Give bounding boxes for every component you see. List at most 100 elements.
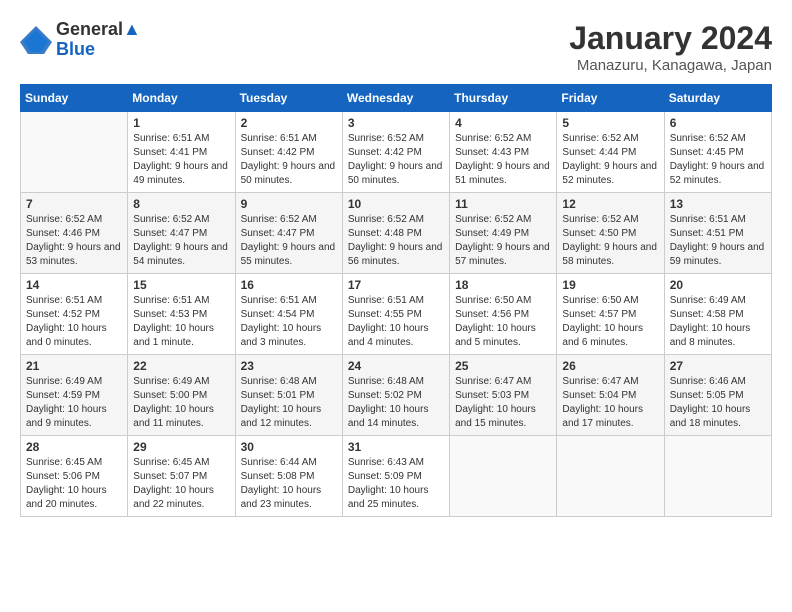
calendar-cell: 19 Sunrise: 6:50 AM Sunset: 4:57 PM Dayli… <box>557 274 664 355</box>
logo-icon <box>20 26 52 54</box>
day-number: 1 <box>133 116 229 130</box>
day-info: Sunrise: 6:51 AM Sunset: 4:54 PM Dayligh… <box>241 294 337 350</box>
calendar-cell: 25 Sunrise: 6:47 AM Sunset: 5:03 PM Dayli… <box>450 355 557 436</box>
calendar-cell: 20Sunrise: 6:49 AM Sunset: 4:58 PM Dayli… <box>664 274 771 355</box>
day-info: Sunrise: 6:45 AM Sunset: 5:07 PM Dayligh… <box>133 456 229 512</box>
weekday-header-friday: Friday <box>557 85 664 112</box>
calendar-cell <box>664 436 771 517</box>
day-info: Sunrise: 6:51 AM Sunset: 4:55 PM Dayligh… <box>348 294 444 350</box>
day-info: Sunrise: 6:50 AM Sunset: 4:56 PM Dayligh… <box>455 294 551 350</box>
day-number: 20 <box>670 278 766 292</box>
day-number: 16 <box>241 278 337 292</box>
day-number: 12 <box>562 197 658 211</box>
day-number: 9 <box>241 197 337 211</box>
calendar-cell: 14 Sunrise: 6:51 AM Sunset: 4:52 PM Dayli… <box>21 274 128 355</box>
day-number: 3 <box>348 116 444 130</box>
day-number: 28 <box>26 440 122 454</box>
day-info: Sunrise: 6:52 AM Sunset: 4:49 PM Dayligh… <box>455 213 551 269</box>
calendar-cell: 13 Sunrise: 6:51 AM Sunset: 4:51 PM Dayli… <box>664 193 771 274</box>
calendar-cell <box>450 436 557 517</box>
calendar-cell: 31 Sunrise: 6:43 AM Sunset: 5:09 PM Dayli… <box>342 436 449 517</box>
day-info: Sunrise: 6:50 AM Sunset: 4:57 PM Dayligh… <box>562 294 658 350</box>
calendar-cell: 30Sunrise: 6:44 AM Sunset: 5:08 PM Dayli… <box>235 436 342 517</box>
day-info: Sunrise: 6:44 AM Sunset: 5:08 PM Dayligh… <box>241 456 337 512</box>
day-info: Sunrise: 6:48 AM Sunset: 5:02 PM Dayligh… <box>348 375 444 431</box>
weekday-header-saturday: Saturday <box>664 85 771 112</box>
calendar-cell: 5 Sunrise: 6:52 AM Sunset: 4:44 PM Daylig… <box>557 112 664 193</box>
day-number: 17 <box>348 278 444 292</box>
weekday-header-monday: Monday <box>128 85 235 112</box>
day-number: 10 <box>348 197 444 211</box>
day-info: Sunrise: 6:46 AM Sunset: 5:05 PM Dayligh… <box>670 375 766 431</box>
day-info: Sunrise: 6:47 AM Sunset: 5:03 PM Dayligh… <box>455 375 551 431</box>
calendar-cell: 8 Sunrise: 6:52 AM Sunset: 4:47 PM Daylig… <box>128 193 235 274</box>
day-number: 2 <box>241 116 337 130</box>
day-number: 27 <box>670 359 766 373</box>
weekday-header-tuesday: Tuesday <box>235 85 342 112</box>
weekday-header-wednesday: Wednesday <box>342 85 449 112</box>
day-number: 29 <box>133 440 229 454</box>
calendar-cell: 15Sunrise: 6:51 AM Sunset: 4:53 PM Dayli… <box>128 274 235 355</box>
day-info: Sunrise: 6:52 AM Sunset: 4:42 PM Dayligh… <box>348 132 444 188</box>
day-number: 11 <box>455 197 551 211</box>
day-info: Sunrise: 6:52 AM Sunset: 4:47 PM Dayligh… <box>133 213 229 269</box>
day-number: 13 <box>670 197 766 211</box>
day-number: 24 <box>348 359 444 373</box>
month-title: January 2024 <box>569 20 772 57</box>
day-number: 5 <box>562 116 658 130</box>
calendar-cell: 22 Sunrise: 6:49 AM Sunset: 5:00 PM Dayli… <box>128 355 235 436</box>
calendar-cell: 24 Sunrise: 6:48 AM Sunset: 5:02 PM Dayli… <box>342 355 449 436</box>
day-number: 19 <box>562 278 658 292</box>
day-number: 25 <box>455 359 551 373</box>
weekday-header-sunday: Sunday <box>21 85 128 112</box>
location-title: Manazuru, Kanagawa, Japan <box>569 57 772 74</box>
day-number: 18 <box>455 278 551 292</box>
calendar-cell: 17 Sunrise: 6:51 AM Sunset: 4:55 PM Dayli… <box>342 274 449 355</box>
calendar-cell: 18 Sunrise: 6:50 AM Sunset: 4:56 PM Dayli… <box>450 274 557 355</box>
calendar-cell: 23 Sunrise: 6:48 AM Sunset: 5:01 PM Dayli… <box>235 355 342 436</box>
calendar-cell: 2 Sunrise: 6:51 AM Sunset: 4:42 PM Daylig… <box>235 112 342 193</box>
logo-text: General▲ Blue <box>56 20 141 60</box>
day-info: Sunrise: 6:49 AM Sunset: 4:59 PM Dayligh… <box>26 375 122 431</box>
calendar-cell <box>557 436 664 517</box>
calendar-cell: 1 Sunrise: 6:51 AM Sunset: 4:41 PM Daylig… <box>128 112 235 193</box>
day-info: Sunrise: 6:45 AM Sunset: 5:06 PM Dayligh… <box>26 456 122 512</box>
calendar-cell: 6 Sunrise: 6:52 AM Sunset: 4:45 PM Daylig… <box>664 112 771 193</box>
calendar-cell <box>21 112 128 193</box>
page-header: General▲ Blue January 2024 Manazuru, Kan… <box>20 20 772 74</box>
calendar-cell: 26Sunrise: 6:47 AM Sunset: 5:04 PM Dayli… <box>557 355 664 436</box>
day-number: 14 <box>26 278 122 292</box>
title-block: January 2024 Manazuru, Kanagawa, Japan <box>569 20 772 74</box>
day-number: 23 <box>241 359 337 373</box>
day-number: 7 <box>26 197 122 211</box>
day-info: Sunrise: 6:51 AM Sunset: 4:41 PM Dayligh… <box>133 132 229 188</box>
day-info: Sunrise: 6:52 AM Sunset: 4:46 PM Dayligh… <box>26 213 122 269</box>
day-info: Sunrise: 6:52 AM Sunset: 4:47 PM Dayligh… <box>241 213 337 269</box>
calendar-cell: 21 Sunrise: 6:49 AM Sunset: 4:59 PM Dayli… <box>21 355 128 436</box>
day-info: Sunrise: 6:48 AM Sunset: 5:01 PM Dayligh… <box>241 375 337 431</box>
day-info: Sunrise: 6:47 AM Sunset: 5:04 PM Dayligh… <box>562 375 658 431</box>
weekday-header-thursday: Thursday <box>450 85 557 112</box>
calendar-cell: 27 Sunrise: 6:46 AM Sunset: 5:05 PM Dayli… <box>664 355 771 436</box>
day-info: Sunrise: 6:52 AM Sunset: 4:50 PM Dayligh… <box>562 213 658 269</box>
calendar-cell: 10 Sunrise: 6:52 AM Sunset: 4:48 PM Dayli… <box>342 193 449 274</box>
day-number: 8 <box>133 197 229 211</box>
day-number: 6 <box>670 116 766 130</box>
day-info: Sunrise: 6:52 AM Sunset: 4:44 PM Dayligh… <box>562 132 658 188</box>
day-number: 21 <box>26 359 122 373</box>
day-number: 4 <box>455 116 551 130</box>
calendar-cell: 16 Sunrise: 6:51 AM Sunset: 4:54 PM Dayli… <box>235 274 342 355</box>
day-number: 22 <box>133 359 229 373</box>
day-info: Sunrise: 6:43 AM Sunset: 5:09 PM Dayligh… <box>348 456 444 512</box>
day-info: Sunrise: 6:51 AM Sunset: 4:52 PM Dayligh… <box>26 294 122 350</box>
day-number: 31 <box>348 440 444 454</box>
day-info: Sunrise: 6:51 AM Sunset: 4:51 PM Dayligh… <box>670 213 766 269</box>
calendar-cell: 9 Sunrise: 6:52 AM Sunset: 4:47 PM Daylig… <box>235 193 342 274</box>
day-info: Sunrise: 6:52 AM Sunset: 4:43 PM Dayligh… <box>455 132 551 188</box>
day-info: Sunrise: 6:51 AM Sunset: 4:42 PM Dayligh… <box>241 132 337 188</box>
calendar-cell: 29 Sunrise: 6:45 AM Sunset: 5:07 PM Dayli… <box>128 436 235 517</box>
day-info: Sunrise: 6:49 AM Sunset: 5:00 PM Dayligh… <box>133 375 229 431</box>
day-info: Sunrise: 6:52 AM Sunset: 4:45 PM Dayligh… <box>670 132 766 188</box>
day-number: 15 <box>133 278 229 292</box>
day-info: Sunrise: 6:52 AM Sunset: 4:48 PM Dayligh… <box>348 213 444 269</box>
